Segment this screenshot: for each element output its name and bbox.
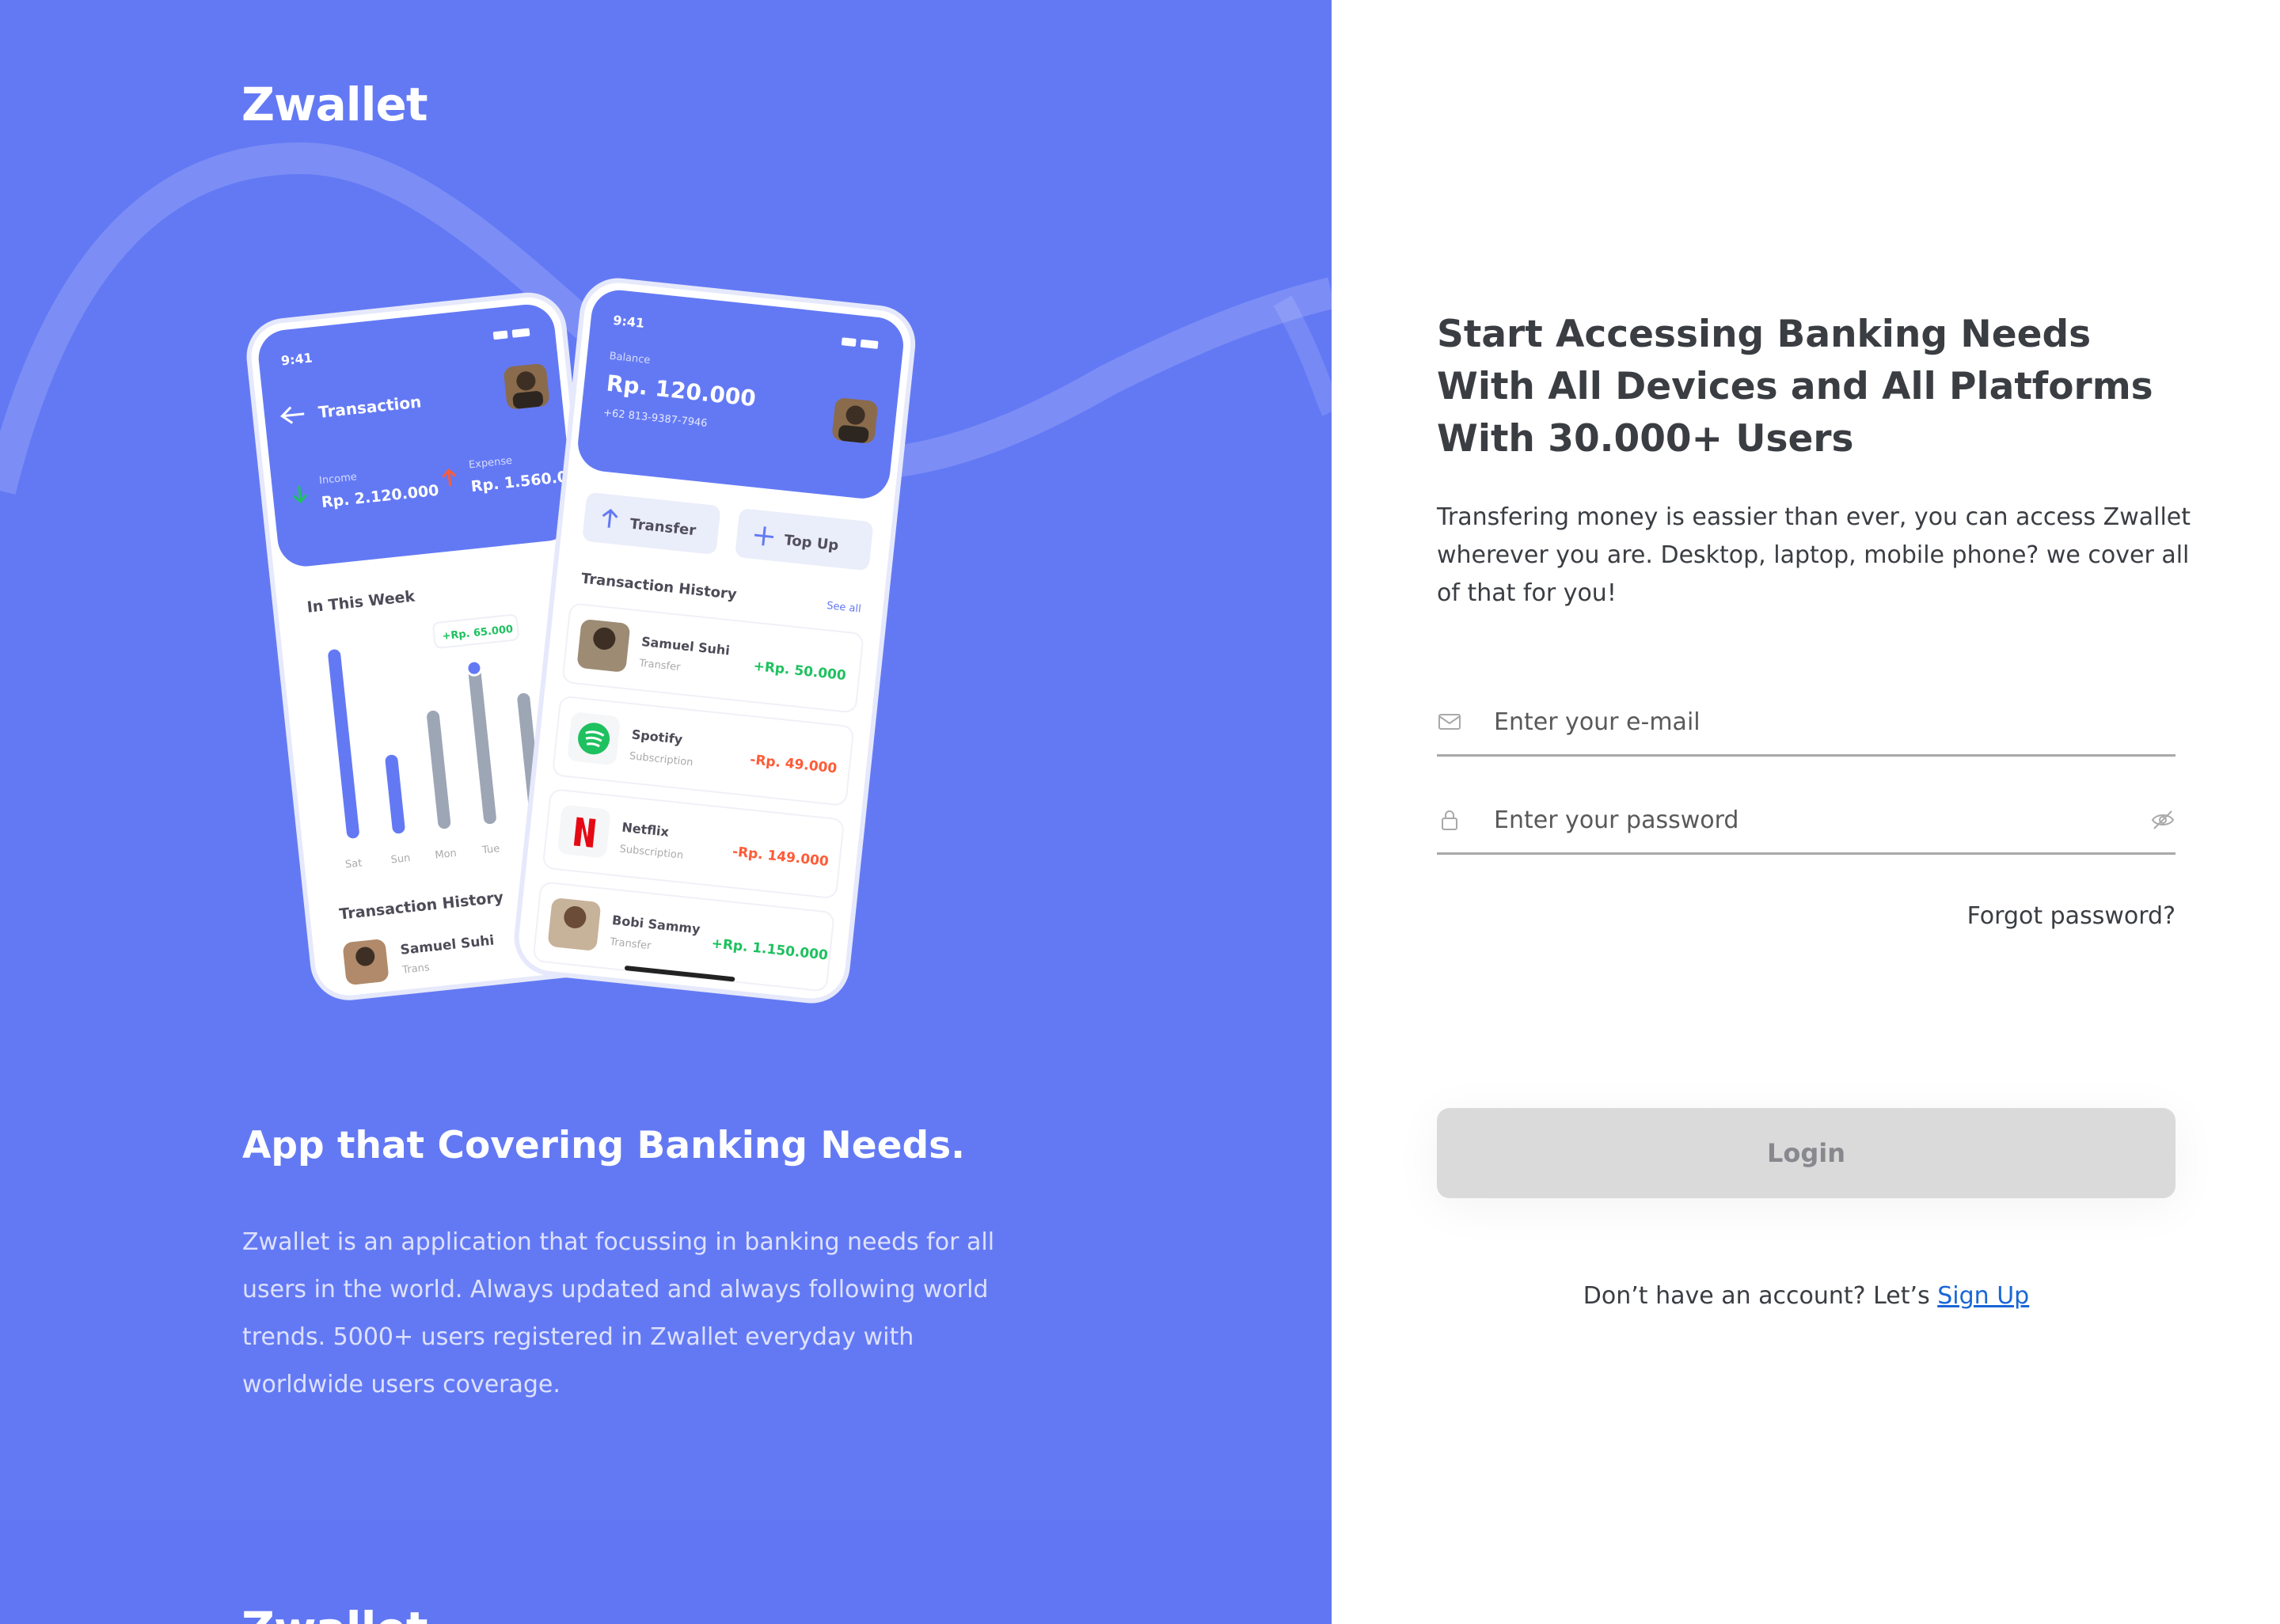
mail-icon [1438, 714, 1461, 730]
email-input[interactable] [1494, 701, 2111, 742]
login-button[interactable]: Login [1437, 1108, 2176, 1198]
day-mon: Mon [435, 848, 458, 862]
signup-prompt-text: Don’t have an account? Let’s [1583, 1282, 1938, 1310]
email-field [1437, 693, 2176, 757]
brand-logo: Zwallet [241, 78, 428, 131]
hero-description: Zwallet is an application that focussing… [242, 1228, 995, 1398]
phones-illustration: 9:41 Transaction Income Rp. 2.120.000 Ex… [246, 278, 916, 1004]
forgot-password-link[interactable]: Forgot password? [1437, 902, 2176, 930]
login-description: Transfering money is eassier than ever, … [1437, 503, 2191, 607]
brand-logo-bottom: Zwallet [241, 1602, 428, 1624]
password-field [1437, 791, 2176, 855]
signup-prompt: Don’t have an account? Let’s Sign Up [1437, 1282, 2176, 1310]
eye-off-icon[interactable] [2150, 807, 2176, 833]
hero-heading: App that Covering Banking Needs. [242, 1124, 965, 1167]
phone-front: 9:41 Balance Rp. 120.000 +62 813-9387-79… [514, 278, 916, 1004]
lock-icon [1442, 810, 1457, 830]
login-panel: Start Accessing Banking Needs With All D… [1332, 0, 2280, 1624]
hero-panel: Zwallet 9:41 Transaction Income Rp. 2.12… [0, 0, 1332, 1624]
login-heading: Start Accessing Banking Needs With All D… [1437, 313, 2153, 461]
password-input[interactable] [1494, 799, 2111, 840]
hero-bottom-strip [0, 1520, 1332, 1624]
day-sun: Sun [390, 852, 411, 867]
day-sat: Sat [344, 857, 363, 871]
signup-link[interactable]: Sign Up [1937, 1282, 2029, 1310]
day-tue: Tue [481, 843, 500, 856]
